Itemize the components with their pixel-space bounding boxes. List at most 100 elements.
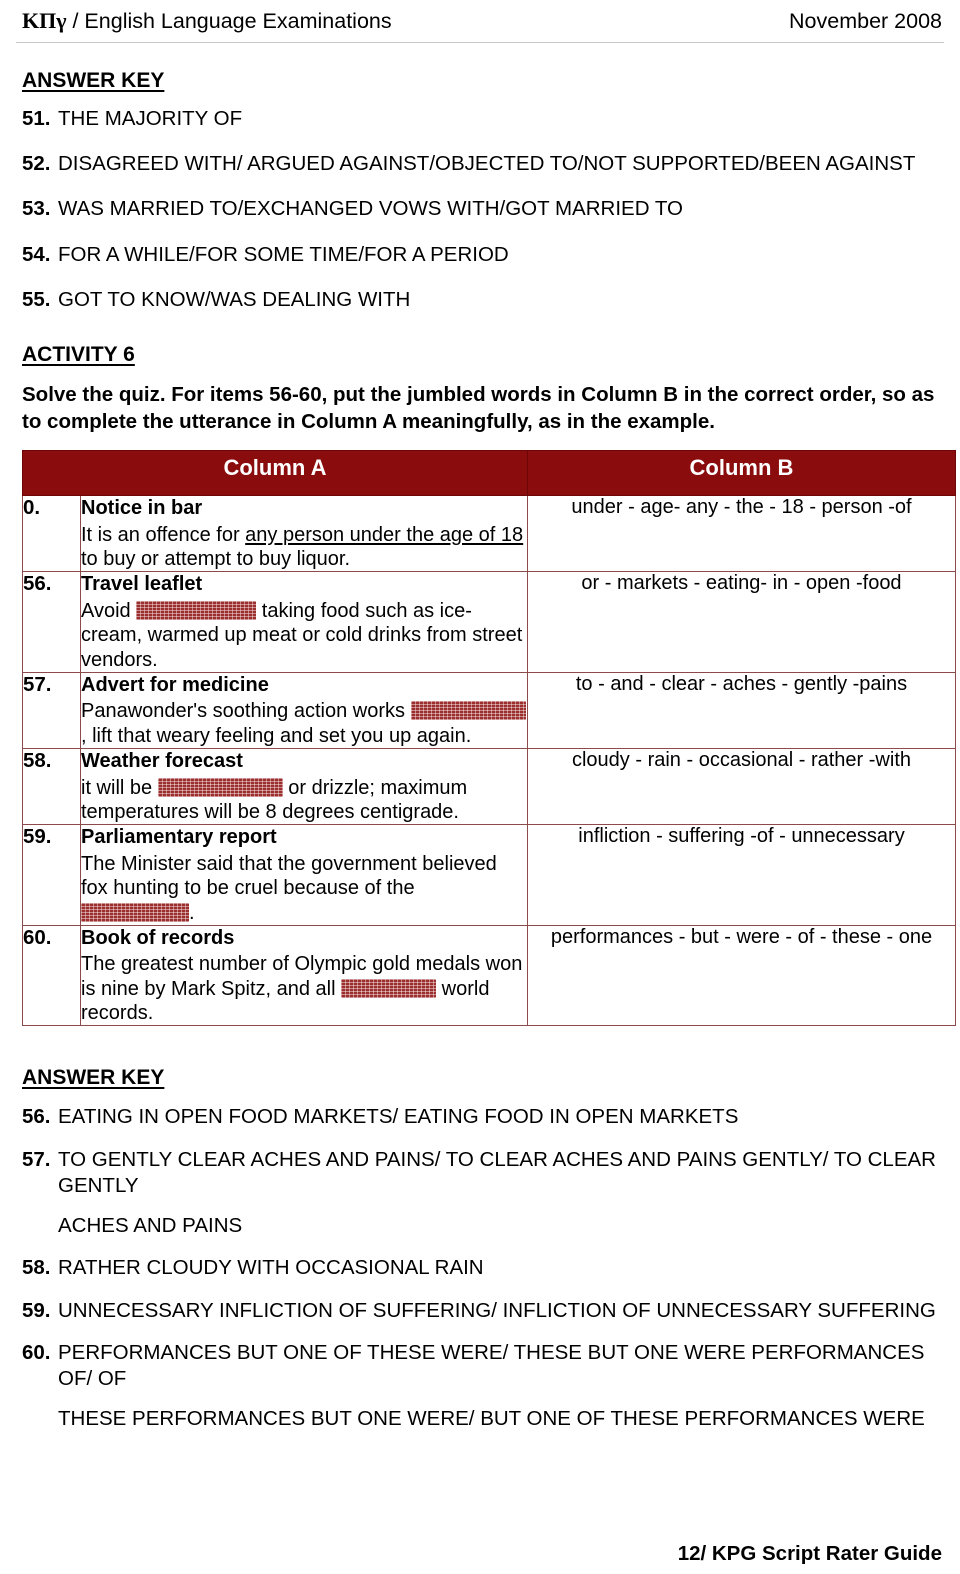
blank-redaction-box	[81, 902, 189, 922]
row-subtitle: Travel leaflet	[81, 573, 203, 596]
table-row: 0. Notice in bar It is an offence for an…	[22, 495, 956, 573]
row-column-b: performances - but - were - of - these -…	[527, 924, 956, 1027]
row-body: The Minister said that the government be…	[81, 852, 527, 925]
body-pre: Panawonder's soothing action works	[81, 700, 411, 723]
table-row: 58. Weather forecast it will be or drizz…	[22, 748, 956, 826]
row-number: 0.	[22, 495, 81, 573]
item-number: 52.	[22, 152, 51, 176]
list-item: 55. GOT TO KNOW/WAS DEALING WITH	[22, 287, 946, 313]
row-column-a: Advert for medicine Panawonder's soothin…	[80, 671, 528, 750]
row-number: 60.	[22, 924, 81, 1027]
row-column-a: Travel leaflet Avoid taking food such as…	[80, 571, 528, 673]
row-body: Panawonder's soothing action works , lif…	[81, 699, 527, 748]
item-number: 51.	[22, 107, 51, 130]
body-post: .	[189, 901, 195, 924]
item-text: RATHER CLOUDY WITH OCCASIONAL RAIN	[58, 1256, 484, 1280]
body-post: to buy or attempt to buy liquor.	[81, 548, 351, 571]
item-text-line2: THESE PERFORMANCES BUT ONE WERE/ BUT ONE…	[58, 1407, 925, 1431]
document-page: ΚΠγ / English Language Examinations Nove…	[0, 0, 960, 1574]
item-text: PERFORMANCES BUT ONE OF THESE WERE/ THES…	[58, 1340, 946, 1433]
body-pre: it will be	[81, 776, 158, 799]
row-subtitle: Book of records	[81, 926, 235, 949]
row-subtitle: Advert for medicine	[81, 674, 269, 696]
exam-name: / English Language Examinations	[66, 9, 392, 33]
table-row: 56. Travel leaflet Avoid taking food suc…	[22, 571, 956, 673]
row-column-a: Weather forecast it will be or drizzle; …	[80, 748, 528, 826]
blank-redaction-box	[136, 600, 257, 620]
row-body: it will be or drizzle; maximum temperatu…	[81, 776, 527, 825]
item-number: 56.	[22, 1105, 51, 1129]
row-column-b: under - age- any - the - 18 - person -of	[527, 495, 956, 573]
row-column-a: Parliamentary report The Minister said t…	[80, 824, 528, 926]
item-text-line2: ACHES AND PAINS	[58, 1214, 243, 1238]
row-subtitle: Parliamentary report	[81, 826, 277, 849]
row-number: 57.	[22, 671, 81, 750]
quiz-table: Column A Column B 0. Notice in bar It is…	[22, 450, 956, 1027]
answer-key-bottom-section: ANSWER KEY 56. EATING IN OPEN FOOD MARKE…	[14, 1066, 946, 1432]
blank-redaction-box	[410, 701, 526, 721]
row-column-a: Book of records The greatest number of O…	[80, 924, 528, 1027]
item-number: 54.	[22, 242, 51, 266]
list-item: 56. EATING IN OPEN FOOD MARKETS/ EATING …	[22, 1104, 946, 1130]
list-item: 54. FOR A WHILE/FOR SOME TIME/FOR A PERI…	[22, 242, 946, 268]
body-pre: It is an offence for	[81, 523, 246, 546]
header-divider	[16, 42, 944, 43]
list-item: 60. PERFORMANCES BUT ONE OF THESE WERE/ …	[22, 1340, 946, 1433]
answer-key-top-list: 51. THE MAJORITY OF 52. DISAGREED WITH/ …	[14, 106, 946, 313]
row-body: The greatest number of Olympic gold meda…	[81, 952, 527, 1025]
item-text: FOR A WHILE/FOR SOME TIME/FOR A PERIOD	[58, 242, 509, 266]
list-item: 58. RATHER CLOUDY WITH OCCASIONAL RAIN	[22, 1255, 946, 1281]
list-item: 59. UNNECESSARY INFLICTION OF SUFFERING/…	[22, 1298, 946, 1324]
item-number: 58.	[22, 1256, 51, 1280]
item-text: EATING IN OPEN FOOD MARKETS/ EATING FOOD…	[58, 1105, 739, 1129]
table-row: 57. Advert for medicine Panawonder's soo…	[22, 671, 956, 750]
item-text: GOT TO KNOW/WAS DEALING WITH	[58, 287, 411, 311]
list-item: 52. DISAGREED WITH/ ARGUED AGAINST/OBJEC…	[22, 151, 946, 177]
table-row: 59. Parliamentary report The Minister sa…	[22, 824, 956, 926]
row-body: It is an offence for any person under th…	[81, 523, 527, 572]
item-text-line1: TO GENTLY CLEAR ACHES AND PAINS/ TO CLEA…	[58, 1147, 936, 1197]
body-underlined: any person under the age of 18	[245, 523, 524, 546]
body-pre: The Minister said that the government be…	[81, 852, 497, 900]
row-subtitle: Notice in bar	[81, 497, 203, 520]
table-header-row: Column A Column B	[22, 450, 956, 497]
page-footer: 12/ KPG Script Rater Guide	[677, 1542, 942, 1565]
activity-instructions: Solve the quiz. For items 56-60, put the…	[22, 383, 935, 434]
row-column-b: cloudy - rain - occasional - rather -wit…	[527, 748, 956, 826]
row-number: 59.	[22, 824, 81, 926]
item-text: UNNECESSARY INFLICTION OF SUFFERING/ INF…	[58, 1298, 936, 1322]
row-body: Avoid taking food such as ice-cream, war…	[81, 599, 527, 672]
body-pre: Avoid	[81, 599, 137, 622]
exam-code: ΚΠγ	[22, 8, 67, 33]
item-number: 57.	[22, 1147, 51, 1171]
activity-section: ACTIVITY 6 Solve the quiz. For items 56-…	[14, 343, 946, 435]
row-column-b: infliction - suffering -of - unnecessary	[527, 824, 956, 926]
column-header-a: Column A	[22, 450, 528, 497]
item-number: 55.	[22, 287, 51, 311]
activity-title: ACTIVITY 6	[22, 343, 135, 367]
item-text: THE MAJORITY OF	[58, 107, 243, 130]
answer-key-top-section: ANSWER KEY 51. THE MAJORITY OF 52. DISAG…	[14, 69, 946, 313]
row-subtitle: Weather forecast	[81, 750, 243, 773]
running-header-date: November 2008	[789, 9, 942, 33]
item-text: DISAGREED WITH/ ARGUED AGAINST/OBJECTED …	[58, 152, 916, 176]
row-number: 58.	[22, 748, 81, 826]
column-header-b: Column B	[527, 450, 956, 497]
item-number: 59.	[22, 1298, 51, 1322]
running-header-left: ΚΠγ / English Language Examinations	[22, 8, 392, 34]
item-text: TO GENTLY CLEAR ACHES AND PAINS/ TO CLEA…	[58, 1147, 946, 1240]
row-number: 56.	[22, 571, 81, 673]
row-column-a: Notice in bar It is an offence for any p…	[80, 495, 528, 573]
list-item: 51. THE MAJORITY OF	[22, 106, 946, 132]
table-row: 60. Book of records The greatest number …	[22, 924, 956, 1027]
running-header: ΚΠγ / English Language Examinations Nove…	[14, 0, 946, 34]
answer-key-top-title: ANSWER KEY	[22, 69, 165, 92]
body-post: , lift that weary feeling and set you up…	[81, 724, 472, 747]
blank-redaction-box	[157, 777, 283, 797]
row-column-b: or - markets - eating- in - open -food	[527, 571, 956, 673]
item-text: WAS MARRIED TO/EXCHANGED VOWS WITH/GOT M…	[58, 197, 683, 221]
item-number: 53.	[22, 197, 51, 221]
item-text-line1: PERFORMANCES BUT ONE OF THESE WERE/ THES…	[58, 1340, 925, 1391]
blank-redaction-box	[341, 978, 437, 998]
answer-key-bottom-title: ANSWER KEY	[22, 1066, 165, 1090]
